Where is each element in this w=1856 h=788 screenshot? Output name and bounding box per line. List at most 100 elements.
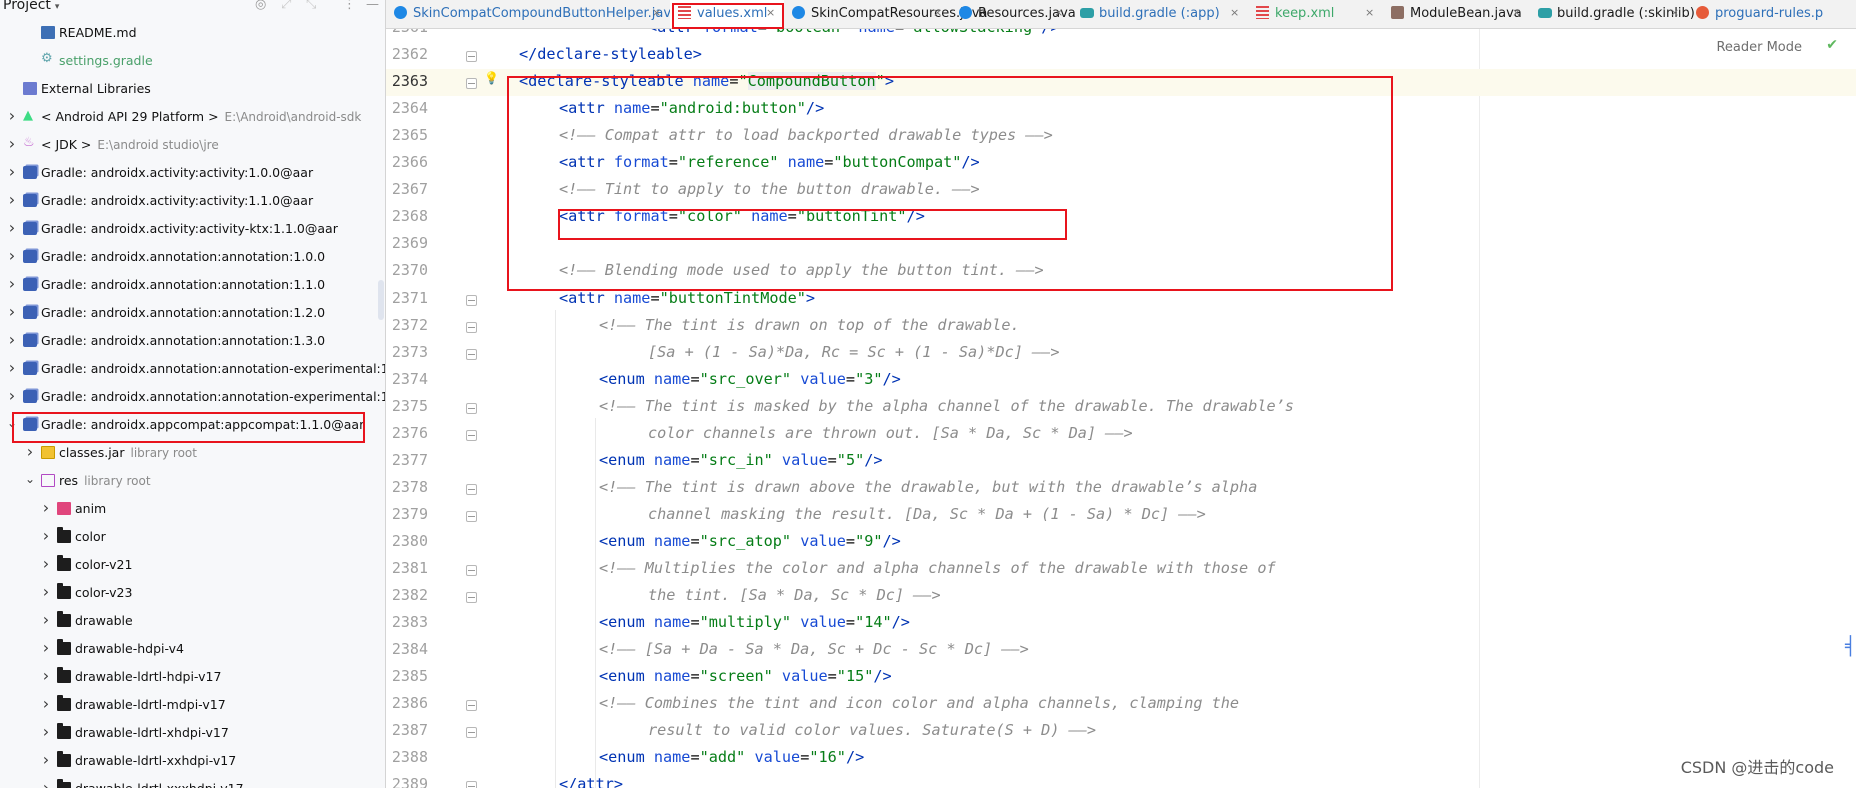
code-line[interactable]: 2362 </declare-styleable> — [386, 42, 1856, 69]
close-icon[interactable]: × — [1365, 6, 1374, 19]
tree-item[interactable]: › Gradle: androidx.activity:activity-ktx:… — [0, 216, 385, 244]
chevron-right-icon[interactable]: › — [7, 330, 17, 349]
chevron-right-icon[interactable]: › — [7, 358, 17, 377]
intention-bulb-icon[interactable]: 💡 — [484, 71, 499, 85]
tree-item[interactable]: › ▲ < Android API 29 Platform > E:\Android\… — [0, 104, 385, 132]
fold-marker-icon[interactable] — [466, 565, 477, 576]
fold-marker-icon[interactable] — [466, 78, 477, 90]
tree-item[interactable]: External Libraries — [0, 76, 385, 104]
collapse-all-icon[interactable]: ⤡ — [306, 0, 316, 12]
more-options-icon[interactable]: ⋮ — [343, 0, 356, 12]
tree-item[interactable]: › drawable-ldrtl-mdpi-v17 — [0, 692, 385, 720]
fold-marker-icon[interactable] — [466, 402, 477, 414]
chevron-right-icon[interactable]: › — [7, 386, 17, 405]
tree-item[interactable]: › color — [0, 524, 385, 552]
code-line[interactable]: 2376 color channels are thrown out. [Sa *… — [386, 421, 1856, 448]
chevron-right-icon[interactable]: › — [7, 302, 17, 321]
editor-tab[interactable]: SkinCompatResources.java × — [784, 0, 987, 28]
editor-tab[interactable]: SkinCompatCompoundButtonHelper.java × — [386, 0, 679, 28]
code-line[interactable]: 2377 <enum name="src_in" value="5"/> — [386, 448, 1856, 475]
close-icon[interactable]: × — [766, 6, 775, 19]
chevron-right-icon[interactable]: › — [25, 442, 35, 461]
tree-item[interactable]: › ♨ < JDK > E:\android studio\jre — [0, 132, 385, 160]
code-line[interactable]: 2382 the tint. [Sa * Da, Sc * Dc] ——> — [386, 583, 1856, 610]
chevron-right-icon[interactable]: › — [7, 106, 17, 125]
code-editor[interactable]: 2361 <attr format="boolean" name="allowSt… — [386, 29, 1856, 788]
target-icon[interactable]: ◎ — [255, 0, 266, 12]
code-line[interactable]: 2364 <attr name="android:button"/> — [386, 96, 1856, 123]
project-scrollbar[interactable] — [378, 280, 384, 320]
fold-marker-icon[interactable] — [466, 321, 477, 333]
chevron-right-icon[interactable]: › — [41, 498, 51, 517]
code-line[interactable]: 2366 <attr format="reference" name="butto… — [386, 150, 1856, 177]
chevron-down-icon[interactable]: ⌄ — [25, 472, 35, 486]
tree-item[interactable]: › drawable-hdpi-v4 — [0, 636, 385, 664]
code-line[interactable]: 2370 <!—— Blending mode used to apply the… — [386, 258, 1856, 285]
code-line[interactable]: 2388 <enum name="add" value="16"/> — [386, 745, 1856, 772]
fold-marker-icon[interactable] — [466, 348, 477, 360]
close-icon[interactable]: × — [933, 6, 942, 19]
tree-item[interactable]: › classes.jar library root — [0, 440, 385, 468]
code-line[interactable]: 2387 result to valid color values. Satura… — [386, 718, 1856, 745]
chevron-right-icon[interactable]: › — [7, 162, 17, 181]
tree-item[interactable]: › Gradle: androidx.annotation:annotation:… — [0, 300, 385, 328]
code-line[interactable]: 2385 <enum name="screen" value="15"/> — [386, 664, 1856, 691]
chevron-right-icon[interactable]: › — [7, 134, 17, 153]
editor-tab[interactable]: ModuleBean.java × — [1383, 0, 1530, 28]
chevron-down-icon[interactable]: ⌄ — [7, 416, 17, 430]
chevron-right-icon[interactable]: › — [41, 610, 51, 629]
fold-marker-icon[interactable] — [466, 51, 477, 63]
close-icon[interactable]: × — [1512, 6, 1521, 19]
close-icon[interactable]: × — [1054, 6, 1063, 19]
code-line[interactable]: 2367 <!—— Tint to apply to the button dra… — [386, 177, 1856, 204]
chevron-right-icon[interactable]: › — [7, 246, 17, 265]
tree-item[interactable]: › Gradle: androidx.annotation:annotation:… — [0, 272, 385, 300]
tree-item[interactable]: › Gradle: androidx.annotation:annotation-… — [0, 356, 385, 384]
code-line[interactable]: 2386 <!—— Combines the tint and icon colo… — [386, 691, 1856, 718]
fold-marker-icon[interactable] — [466, 700, 477, 712]
code-line[interactable]: 2383 <enum name="multiply" value="14"/> — [386, 610, 1856, 637]
tree-item[interactable]: ⌄ res library root — [0, 468, 385, 496]
tree-item[interactable]: › color-v23 — [0, 580, 385, 608]
code-line[interactable]: 2361 <attr format="boolean" name="allowSt… — [386, 29, 1856, 42]
fold-marker-icon[interactable] — [466, 727, 477, 739]
tree-item[interactable]: › drawable — [0, 608, 385, 636]
chevron-right-icon[interactable]: › — [7, 218, 17, 237]
tree-item[interactable]: › drawable-ldrtl-hdpi-v17 — [0, 664, 385, 692]
code-line[interactable]: 2374 <enum name="src_over" value="3"/> — [386, 367, 1856, 394]
chevron-right-icon[interactable]: › — [41, 666, 51, 685]
fold-marker-icon[interactable] — [466, 294, 477, 306]
chevron-right-icon[interactable]: › — [41, 554, 51, 573]
code-line[interactable]: 2389 </attr> — [386, 772, 1856, 788]
tree-item[interactable]: › Gradle: androidx.activity:activity:1.0.… — [0, 160, 385, 188]
hide-panel-icon[interactable]: — — [366, 0, 379, 12]
reader-mode-button[interactable]: Reader Mode — [1716, 40, 1802, 55]
chevron-right-icon[interactable]: › — [7, 274, 17, 293]
code-line[interactable]: 2365 <!—— Compat attr to load backported … — [386, 123, 1856, 150]
editor-tab[interactable]: values.xml × — [670, 0, 784, 28]
tree-item[interactable]: › anim — [0, 496, 385, 524]
fold-marker-icon[interactable] — [466, 483, 477, 495]
tree-item[interactable]: › drawable-ldrtl-xxxhdpi-v17 — [0, 776, 385, 788]
editor-tab[interactable]: build.gradle (:app) × — [1072, 0, 1248, 28]
code-line[interactable]: 2369 — [386, 231, 1856, 258]
close-icon[interactable]: × — [652, 6, 661, 19]
code-line[interactable]: 2368 <attr format="color" name="buttonTin… — [386, 204, 1856, 231]
editor-tab[interactable]: proguard-rules.p — [1688, 0, 1856, 28]
close-icon[interactable]: × — [1670, 6, 1679, 19]
code-line[interactable]: 2381 <!—— Multiplies the color and alpha … — [386, 556, 1856, 583]
tree-item[interactable]: ⌄ Gradle: androidx.appcompat:appcompat:1.… — [0, 412, 385, 440]
chevron-right-icon[interactable]: › — [41, 694, 51, 713]
tree-item[interactable]: › Gradle: androidx.annotation:annotation-… — [0, 384, 385, 412]
expand-all-icon[interactable]: ⤢ — [281, 0, 291, 12]
code-line[interactable]: 2371 <attr name="buttonTintMode"> — [386, 286, 1856, 313]
tree-item[interactable]: › Gradle: androidx.activity:activity:1.1.… — [0, 188, 385, 216]
chevron-right-icon[interactable]: › — [41, 526, 51, 545]
fold-marker-icon[interactable] — [466, 429, 477, 441]
chevron-right-icon[interactable]: › — [41, 750, 51, 769]
close-icon[interactable]: × — [1230, 6, 1239, 19]
code-line[interactable]: 2372 <!—— The tint is drawn on top of the… — [386, 313, 1856, 340]
code-line[interactable]: 2384 <!—— [Sa + Da - Sa * Da, Sc + Dc - S… — [386, 637, 1856, 664]
code-line[interactable]: 2375 <!—— The tint is masked by the alpha… — [386, 394, 1856, 421]
chevron-right-icon[interactable]: › — [41, 582, 51, 601]
